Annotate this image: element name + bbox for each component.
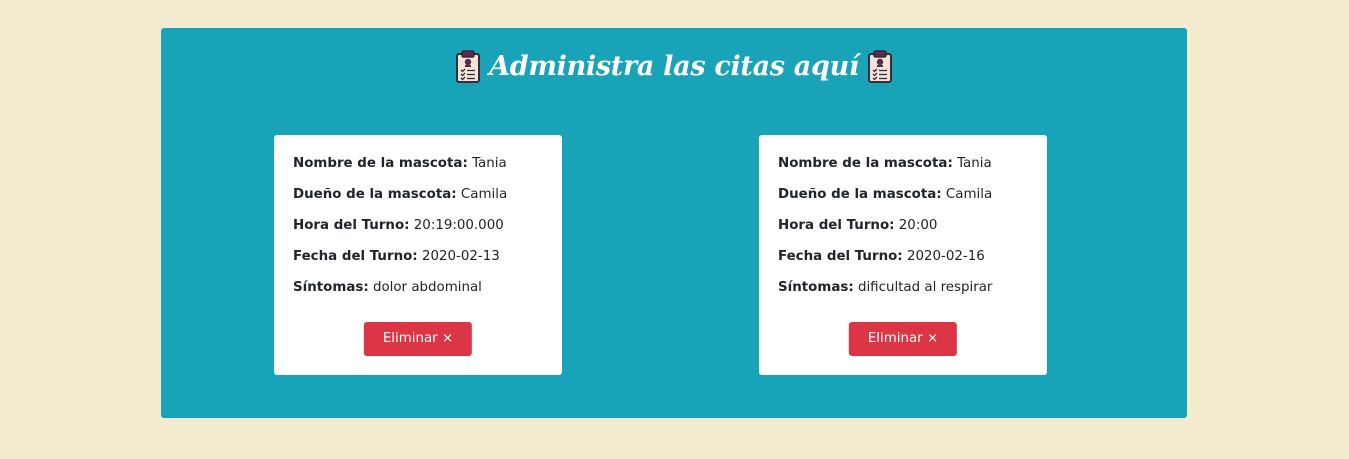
eliminar-button[interactable]: Eliminar × [848,322,958,356]
field-label: Síntomas: [778,280,854,295]
field-value: Tania [957,156,992,171]
field-label: Dueño de la mascota: [778,187,942,202]
field-value: Camila [460,187,508,202]
cita-fecha: Fecha del Turno: 2020-02-16 [778,248,1029,279]
field-value: Tania [472,156,507,171]
cita-dueno: Dueño de la mascota: Camila [293,186,544,217]
field-label: Fecha del Turno: [778,249,903,264]
field-value: Camila [945,187,993,202]
clipboard-icon [456,50,481,83]
cita-dueno: Dueño de la mascota: Camila [778,186,1029,217]
field-label: Dueño de la mascota: [293,187,457,202]
field-value: dificultad al respirar [857,280,993,295]
field-label: Fecha del Turno: [293,249,418,264]
cita-mascota: Nombre de la mascota: Tania [293,155,544,186]
cita-sintomas: Síntomas: dolor abdominal [293,279,544,310]
field-label: Nombre de la mascota: [778,156,953,171]
eliminar-button[interactable]: Eliminar × [363,322,473,356]
citas-panel: Administra las citas aquí Nombre de la m… [161,28,1187,418]
field-label: Hora del Turno: [293,218,410,233]
clipboard-icon [867,50,892,83]
page-title: Administra las citas aquí [489,50,859,82]
field-value: 20:00 [898,218,938,233]
cita-card: Nombre de la mascota: Tania Dueño de la … [274,135,562,375]
field-label: Síntomas: [293,280,369,295]
cita-hora: Hora del Turno: 20:19:00.000 [293,217,544,248]
field-value: dolor abdominal [372,280,482,295]
page-title-row: Administra las citas aquí [161,46,1187,86]
field-value: 2020-02-16 [906,249,985,264]
cita-hora: Hora del Turno: 20:00 [778,217,1029,248]
cita-sintomas: Síntomas: dificultad al respirar [778,279,1029,310]
field-label: Nombre de la mascota: [293,156,468,171]
cita-card: Nombre de la mascota: Tania Dueño de la … [759,135,1047,375]
cita-fecha: Fecha del Turno: 2020-02-13 [293,248,544,279]
field-label: Hora del Turno: [778,218,895,233]
field-value: 20:19:00.000 [413,218,504,233]
cita-mascota: Nombre de la mascota: Tania [778,155,1029,186]
field-value: 2020-02-13 [421,249,500,264]
